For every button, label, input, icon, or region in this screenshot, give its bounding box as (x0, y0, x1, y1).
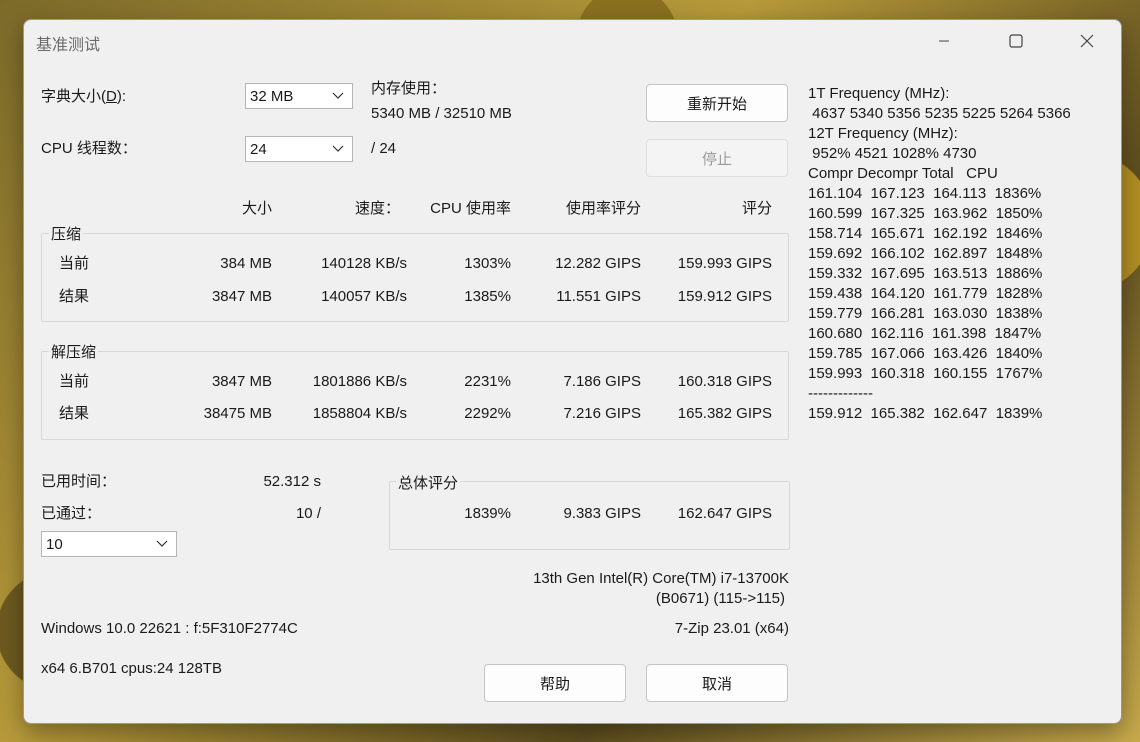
close-button[interactable] (1064, 20, 1110, 62)
total-cpu: 1839% (464, 505, 511, 522)
col-cpu-usage: CPU 使用率 (430, 200, 511, 217)
compress-group (41, 233, 789, 322)
col-usage-rating: 使用率评分 (565, 200, 641, 217)
log-line: 159.332 167.695 163.513 1886% (808, 265, 1043, 282)
passed-value: 10 / (295, 505, 321, 522)
row-name: 当前 (59, 373, 90, 390)
row-usage-rating: 7.216 GIPS (563, 405, 641, 422)
row-usage-rating: 12.282 GIPS (555, 255, 641, 272)
benchmark-window: 基准测试 字典大小(D): 32 MB 内存使用： 5340 MB / 3251… (23, 19, 1122, 724)
passes-value: 10 (46, 536, 63, 553)
log-line: 159.779 166.281 163.030 1838% (808, 305, 1043, 322)
log-line: ------------- (808, 385, 873, 402)
row-size: 38475 MB (203, 405, 272, 422)
row-rating: 159.993 GIPS (677, 255, 772, 272)
log-line: 159.785 167.066 163.426 1840% (808, 345, 1043, 362)
log-line: 161.104 167.123 164.113 1836% (808, 185, 1042, 202)
row-name: 当前 (59, 255, 90, 272)
row-size: 3847 MB (211, 373, 272, 390)
total-usage-rating: 9.383 GIPS (563, 505, 641, 522)
log-line: 952% 4521 1028% 4730 (808, 145, 977, 162)
title-bar[interactable]: 基准测试 (24, 20, 1121, 62)
row-speed: 1801886 KB/s (312, 373, 407, 390)
row-name: 结果 (59, 405, 90, 422)
memory-value: 5340 MB / 32510 MB (371, 105, 512, 122)
window-title: 基准测试 (36, 37, 101, 54)
memory-label: 内存使用： (371, 80, 447, 97)
threads-value: 24 (250, 141, 267, 158)
row-speed: 1858804 KB/s (312, 405, 407, 422)
row-cpu: 1385% (464, 288, 511, 305)
chevron-down-icon (332, 145, 344, 152)
cpu-model: 13th Gen Intel(R) Core(TM) i7-13700K (533, 570, 789, 587)
row-rating: 160.318 GIPS (677, 373, 772, 390)
row-rating: 165.382 GIPS (677, 405, 772, 422)
minimize-icon (939, 40, 949, 42)
row-cpu: 2292% (464, 405, 511, 422)
chevron-down-icon (156, 540, 168, 547)
cpu-stepping: (B0671) (115->115) (655, 590, 785, 607)
col-size: 大小 (241, 200, 272, 217)
log-line: 159.692 166.102 162.897 1848% (808, 245, 1043, 262)
minimize-button[interactable] (921, 20, 967, 62)
log-line: 159.912 165.382 162.647 1839% (808, 405, 1043, 422)
decompress-group (41, 351, 789, 440)
dict-size-select[interactable]: 32 MB (245, 83, 353, 109)
close-icon (1080, 34, 1094, 48)
os-info: Windows 10.0 22621 : f:5F310F2774C (41, 620, 298, 637)
passed-label: 已通过： (41, 505, 102, 522)
threads-select[interactable]: 24 (245, 136, 353, 162)
maximize-icon (1009, 34, 1023, 48)
log-line: 12T Frequency (MHz): (808, 125, 958, 142)
help-button[interactable]: 帮助 (484, 664, 626, 702)
maximize-button[interactable] (993, 20, 1039, 62)
dict-size-label: 字典大小(D): (41, 88, 127, 105)
threads-label: CPU 线程数： (41, 140, 137, 157)
col-speed: 速度： (354, 200, 400, 217)
row-name: 结果 (59, 288, 90, 305)
row-usage-rating: 11.551 GIPS (556, 288, 641, 305)
total-label: 总体评分 (396, 472, 461, 493)
row-usage-rating: 7.186 GIPS (563, 373, 641, 390)
log-line: 4637 5340 5356 5235 5225 5264 5366 (808, 105, 1071, 122)
sys-info: x64 6.B701 cpus:24 128TB (41, 660, 222, 677)
compress-label: 压缩 (49, 223, 84, 244)
cancel-button[interactable]: 取消 (646, 664, 788, 702)
elapsed-value: 52.312 s (263, 473, 321, 490)
log-line: 159.438 164.120 161.779 1828% (808, 285, 1043, 302)
col-rating: 评分 (741, 200, 772, 217)
total-rating: 162.647 GIPS (677, 505, 772, 522)
restart-button[interactable]: 重新开始 (646, 84, 788, 122)
dict-size-value: 32 MB (250, 88, 294, 105)
row-speed: 140057 KB/s (321, 288, 407, 305)
passes-select[interactable]: 10 (41, 531, 177, 557)
log-line: 159.993 160.318 160.155 1767% (808, 365, 1043, 382)
row-size: 3847 MB (211, 288, 272, 305)
row-size: 384 MB (220, 255, 272, 272)
row-rating: 159.912 GIPS (677, 288, 772, 305)
decompress-label: 解压缩 (49, 341, 99, 362)
elapsed-label: 已用时间： (41, 473, 117, 490)
results-log: 1T Frequency (MHz): 4637 5340 5356 5235 … (808, 84, 1108, 424)
row-cpu: 1303% (464, 255, 511, 272)
log-line: 160.599 167.325 163.962 1850% (808, 205, 1043, 222)
log-line: 160.680 162.116 161.398 1847% (808, 325, 1042, 342)
log-line: Compr Decompr Total CPU (808, 165, 998, 182)
stop-button[interactable]: 停止 (646, 139, 788, 177)
log-line: 158.714 165.671 162.192 1846% (808, 225, 1043, 242)
chevron-down-icon (332, 92, 344, 99)
log-line: 1T Frequency (MHz): (808, 85, 950, 102)
threads-max: / 24 (371, 140, 397, 157)
version-info: 7-Zip 23.01 (x64) (674, 620, 789, 637)
row-cpu: 2231% (464, 373, 511, 390)
row-speed: 140128 KB/s (321, 255, 407, 272)
